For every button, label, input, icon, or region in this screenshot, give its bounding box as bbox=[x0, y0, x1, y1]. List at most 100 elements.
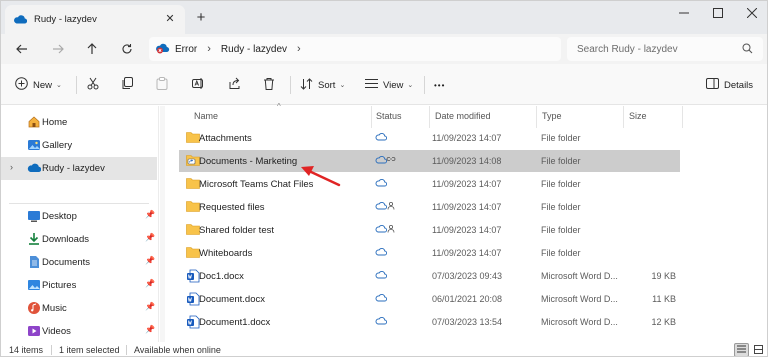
pin-icon[interactable]: 📌 bbox=[145, 210, 155, 219]
file-date: 11/09/2023 14:07 bbox=[432, 179, 502, 189]
close-tab-icon[interactable]: ✕ bbox=[163, 12, 177, 26]
file-type: File folder bbox=[541, 248, 581, 258]
file-row-document-docx[interactable]: Document.docx 06/01/2021 20:08 Microsoft… bbox=[179, 288, 680, 310]
sidebar-item-videos[interactable]: Videos 📌 bbox=[1, 320, 157, 343]
tiles-view-icon bbox=[754, 344, 763, 356]
details-view-icon bbox=[737, 345, 746, 355]
file-row-documents-marketing[interactable]: Documents - Marketing 11/09/2023 14:08 F… bbox=[179, 150, 680, 172]
search-input[interactable]: Search Rudy - lazydev bbox=[567, 37, 763, 61]
file-row-requested-files[interactable]: Requested files 11/09/2023 14:07 File fo… bbox=[179, 196, 680, 218]
file-type: File folder bbox=[541, 179, 581, 189]
breadcrumb-rudy-lazydev[interactable]: Rudy - lazydev bbox=[221, 44, 287, 55]
cloud-error-icon bbox=[155, 42, 171, 57]
details-view-button[interactable] bbox=[734, 343, 749, 356]
column-header-type[interactable]: Type bbox=[542, 106, 562, 126]
sidebar-item-label: Videos bbox=[42, 326, 71, 337]
sidebar-item-home[interactable]: Home bbox=[1, 111, 157, 134]
view-button[interactable]: View ⌄ bbox=[365, 76, 413, 94]
maximize-button[interactable] bbox=[701, 1, 735, 25]
sidebar-item-gallery[interactable]: Gallery bbox=[1, 134, 157, 157]
sidebar-item-desktop[interactable]: Desktop 📌 bbox=[1, 205, 157, 228]
close-window-button[interactable] bbox=[735, 1, 767, 25]
column-header-status[interactable]: Status bbox=[376, 106, 402, 126]
file-row-microsoft-teams-chat-files[interactable]: Microsoft Teams Chat Files 11/09/2023 14… bbox=[179, 173, 680, 195]
word-document-icon bbox=[186, 269, 200, 283]
cloud-icon bbox=[27, 161, 42, 175]
copy-button[interactable] bbox=[121, 76, 133, 94]
pictures-icon bbox=[27, 278, 41, 292]
file-row-document1-docx[interactable]: Document1.docx 07/03/2023 13:54 Microsof… bbox=[179, 311, 680, 333]
pin-icon[interactable]: 📌 bbox=[145, 279, 155, 288]
refresh-button[interactable] bbox=[118, 40, 136, 58]
file-row-whiteboards[interactable]: Whiteboards 11/09/2023 14:07 File folder bbox=[179, 242, 680, 264]
column-divider[interactable] bbox=[682, 106, 683, 128]
sidebar-item-label: Documents bbox=[42, 257, 91, 268]
column-divider[interactable] bbox=[371, 106, 372, 128]
file-explorer-window: Rudy - lazydev ✕ + Error › Rudy - lazyde… bbox=[0, 0, 768, 357]
tiles-view-button[interactable] bbox=[751, 343, 766, 356]
cloud-status-icon bbox=[375, 316, 405, 328]
column-divider[interactable] bbox=[429, 106, 430, 128]
new-tab-button[interactable]: + bbox=[193, 10, 209, 26]
file-type: File folder bbox=[541, 202, 581, 212]
file-row-doc1-docx[interactable]: Doc1.docx 07/03/2023 09:43 Microsoft Wor… bbox=[179, 265, 680, 287]
tab-title: Rudy - lazydev bbox=[34, 14, 97, 25]
breadcrumb-chevron-icon[interactable]: › bbox=[207, 43, 211, 55]
address-bar[interactable]: Error › Rudy - lazydev › bbox=[149, 37, 561, 61]
forward-button[interactable] bbox=[49, 40, 67, 58]
folder-icon bbox=[186, 246, 200, 260]
sort-button[interactable]: Sort ⌄ bbox=[300, 76, 345, 94]
sidebar-item-rudy-lazydev[interactable]: › Rudy - lazydev bbox=[1, 157, 157, 180]
tab-rudy-lazydev[interactable]: Rudy - lazydev ✕ bbox=[5, 5, 185, 34]
column-header-date-modified[interactable]: Date modified bbox=[435, 106, 491, 126]
file-name: Shared folder test bbox=[199, 225, 274, 236]
pin-icon[interactable]: 📌 bbox=[145, 256, 155, 265]
file-date: 11/09/2023 14:07 bbox=[432, 202, 502, 212]
file-row-attachments[interactable]: Attachments 11/09/2023 14:07 File folder bbox=[179, 127, 680, 149]
up-button[interactable] bbox=[83, 40, 101, 58]
file-name: Requested files bbox=[199, 202, 265, 213]
details-pane-icon bbox=[706, 78, 719, 92]
details-pane-button[interactable]: Details bbox=[706, 76, 753, 94]
view-lines-icon bbox=[365, 78, 378, 92]
documents-icon bbox=[27, 255, 41, 269]
plus-circle-icon bbox=[15, 77, 28, 93]
minimize-button[interactable] bbox=[667, 1, 701, 25]
sidebar-item-documents[interactable]: Documents 📌 bbox=[1, 251, 157, 274]
column-divider[interactable] bbox=[536, 106, 537, 128]
rename-button[interactable] bbox=[192, 76, 205, 94]
column-divider[interactable] bbox=[623, 106, 624, 128]
more-options-button[interactable]: ••• bbox=[434, 76, 445, 94]
pin-icon[interactable]: 📌 bbox=[145, 325, 155, 334]
delete-button[interactable] bbox=[263, 76, 275, 94]
chevron-right-icon[interactable]: › bbox=[10, 162, 13, 172]
file-date: 11/09/2023 14:07 bbox=[432, 133, 502, 143]
breadcrumb-error[interactable]: Error bbox=[175, 44, 197, 55]
pin-icon[interactable]: 📌 bbox=[145, 233, 155, 242]
back-button[interactable] bbox=[13, 40, 31, 58]
file-name: Documents - Marketing bbox=[199, 156, 298, 167]
word-document-icon bbox=[186, 315, 200, 329]
file-type: Microsoft Word D... bbox=[541, 294, 618, 304]
onedrive-cloud-icon bbox=[13, 14, 28, 26]
pane-splitter[interactable] bbox=[158, 106, 159, 342]
column-header-size[interactable]: Size bbox=[629, 106, 647, 126]
paste-button[interactable] bbox=[156, 76, 168, 94]
share-button[interactable] bbox=[228, 76, 241, 94]
pin-icon[interactable]: 📌 bbox=[145, 302, 155, 311]
new-button[interactable]: New ⌄ bbox=[15, 76, 62, 94]
sidebar-item-pictures[interactable]: Pictures 📌 bbox=[1, 274, 157, 297]
cut-button[interactable] bbox=[87, 76, 99, 94]
file-name: Document.docx bbox=[199, 294, 266, 305]
sidebar-item-music[interactable]: Music 📌 bbox=[1, 297, 157, 320]
nav-divider bbox=[9, 203, 149, 204]
home-icon bbox=[27, 115, 41, 129]
cloud-status-icon bbox=[375, 293, 405, 305]
search-placeholder: Search Rudy - lazydev bbox=[577, 43, 678, 55]
videos-icon bbox=[27, 324, 41, 338]
column-header-name[interactable]: Name bbox=[194, 106, 218, 126]
sidebar-item-downloads[interactable]: Downloads 📌 bbox=[1, 228, 157, 251]
shortcut-folder-icon bbox=[186, 154, 200, 168]
breadcrumb-chevron-icon[interactable]: › bbox=[297, 43, 301, 55]
file-row-shared-folder-test[interactable]: Shared folder test 11/09/2023 14:07 File… bbox=[179, 219, 680, 241]
